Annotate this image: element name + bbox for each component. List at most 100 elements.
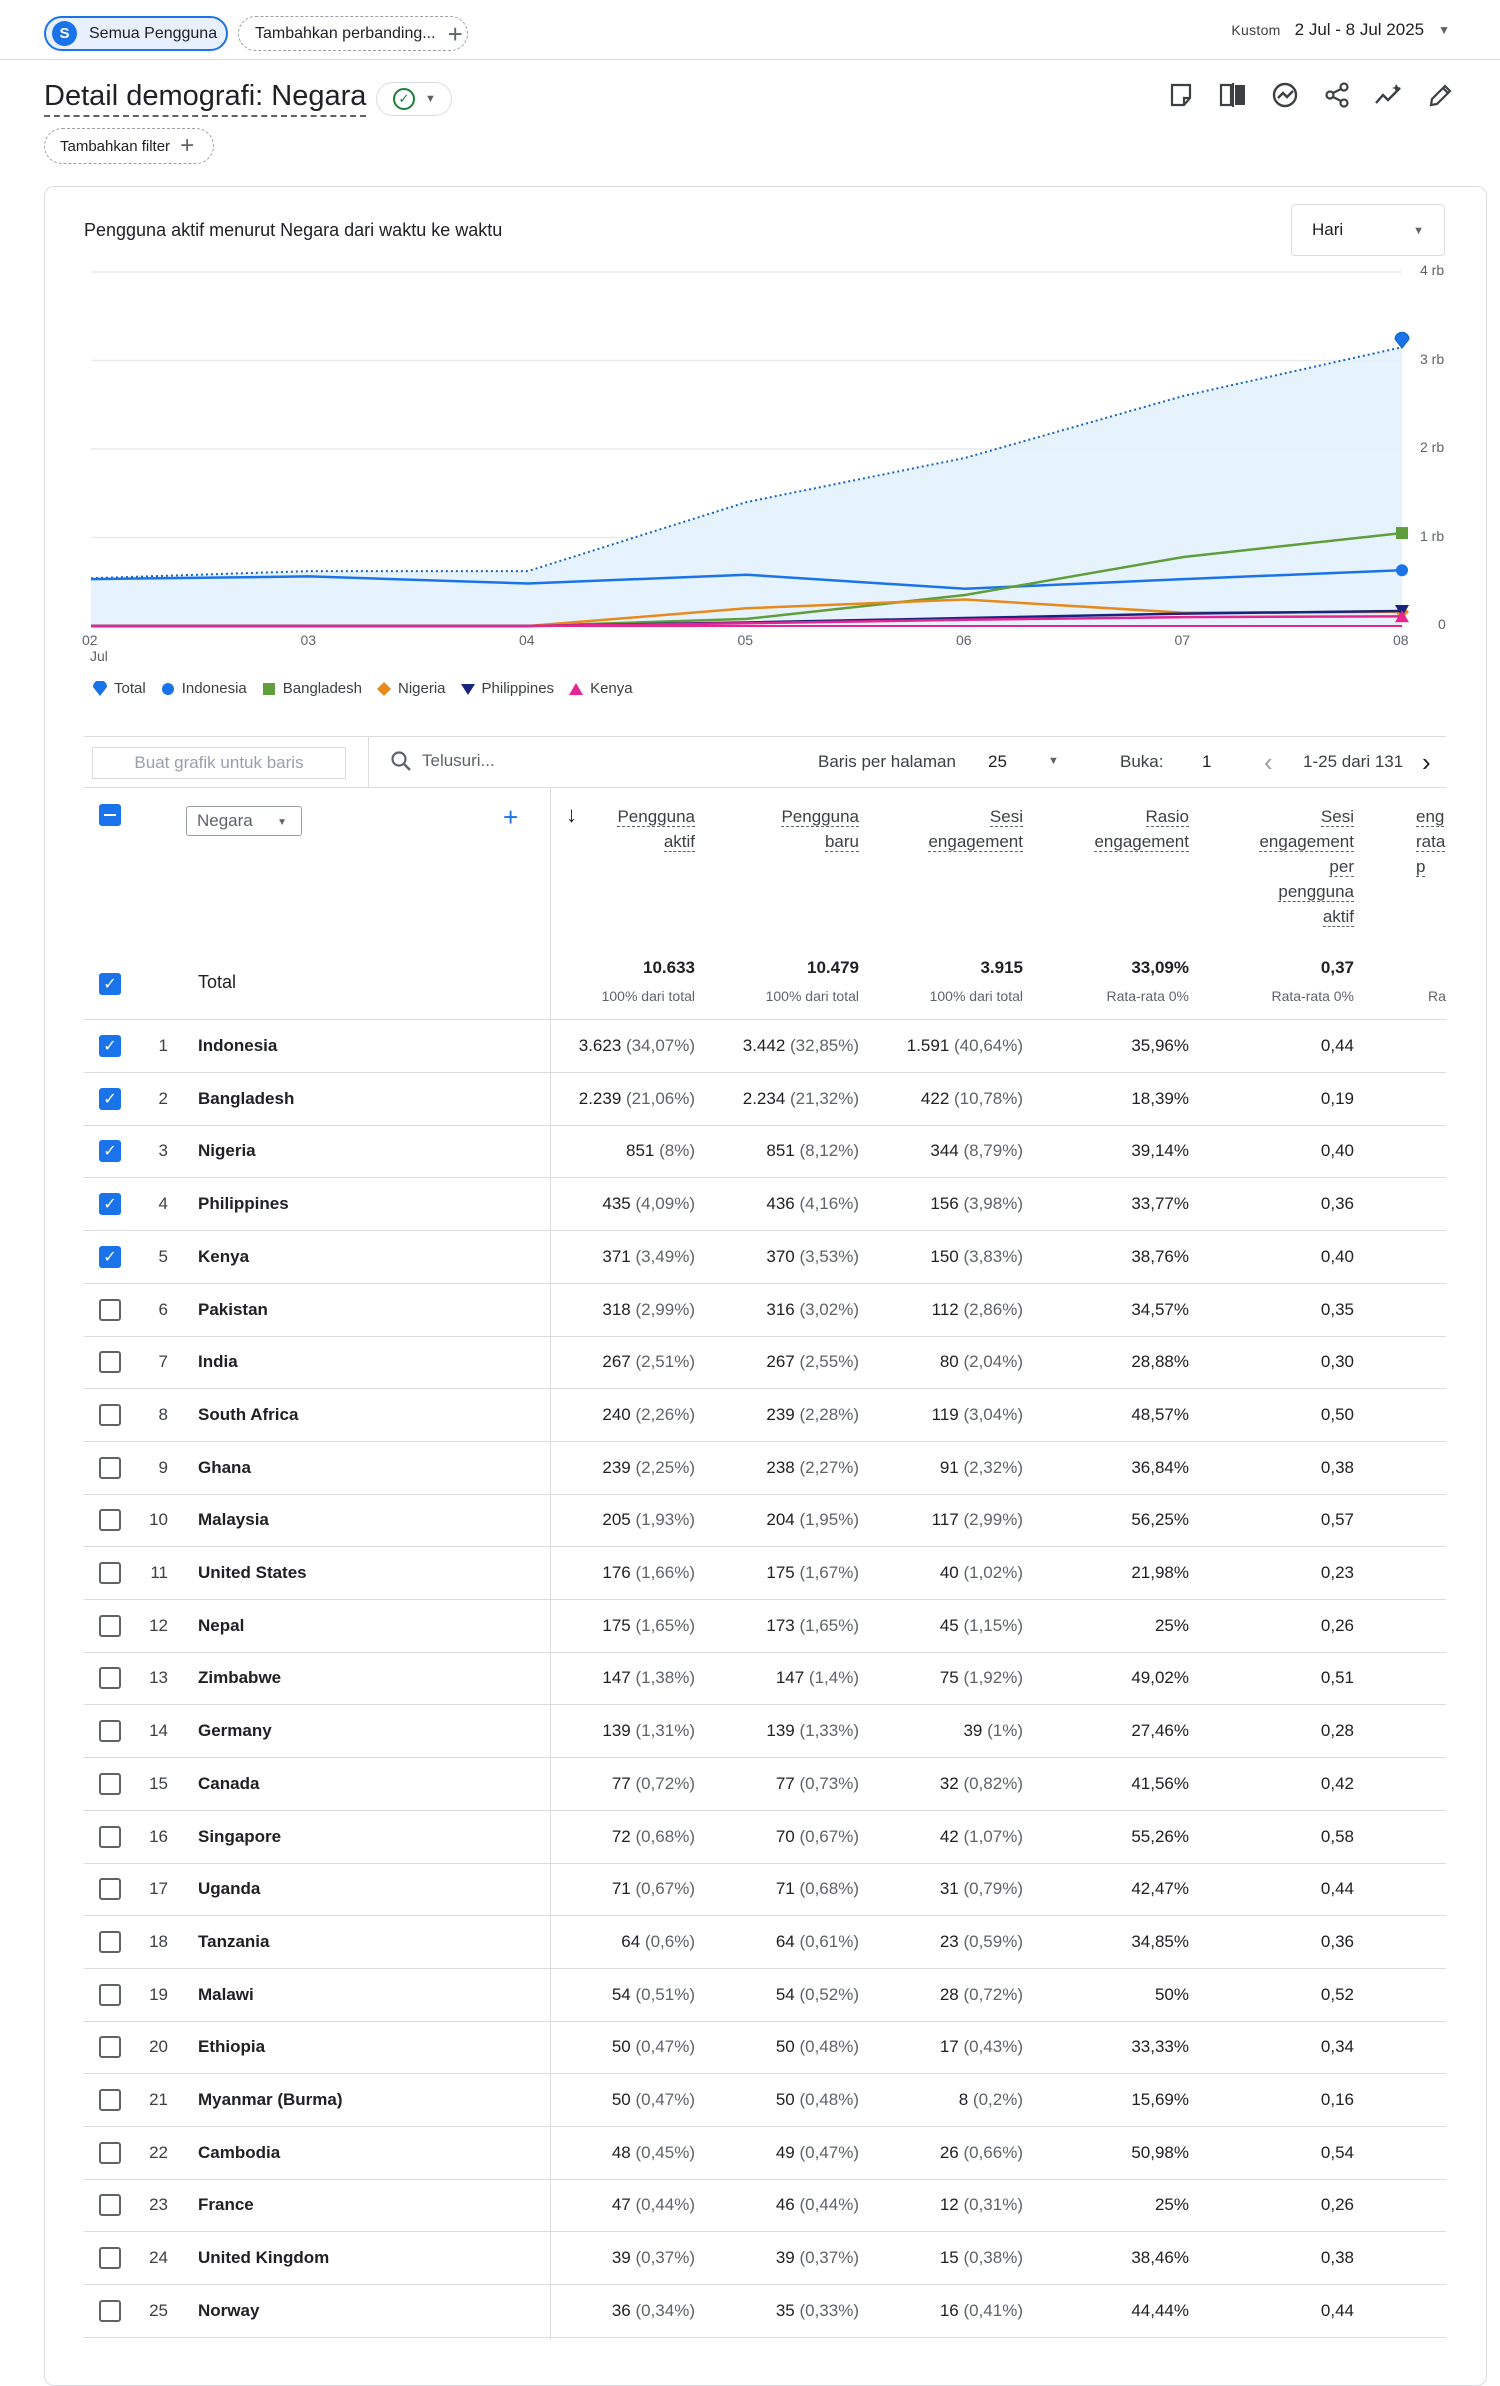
row-index: 5 [158,1246,168,1266]
table-row[interactable]: 21 Myanmar (Burma) 50 (0,47%) 50 (0,48%) 8 (… [84,2074,1446,2127]
legend-item[interactable]: Indonesia [160,680,247,697]
cell-number: 176 [602,1563,631,1582]
country-name: Ghana [198,1457,251,1477]
table-row[interactable]: ✓ 4 Philippines 435 (4,09%) 436 (4,16%) 156 (… [84,1178,1446,1232]
cell-number: 267 [602,1352,631,1372]
y-tick-label: 1 rb [1420,527,1445,544]
row-index: 18 [149,1931,168,1951]
cell-number: 3.442 [742,1036,786,1055]
column-header[interactable]: eng rata p [1416,804,1446,879]
table-row[interactable]: 15 Canada 77 (0,72%) 77 (0,73%) 32 (0,82%) 41… [84,1758,1446,1811]
plot-rows-input[interactable]: Buat grafik untuk baris [92,747,346,779]
cell-number: 26 [939,2142,959,2162]
table-row[interactable]: 13 Zimbabwe 147 (1,38%) 147 (1,4%) 75 (1,92%… [84,1652,1446,1706]
table-row[interactable]: 14 Germany 139 (1,31%) 139 (1,33%) 39 (1%) 27… [84,1705,1446,1759]
cell-value: 0,40 [1154,1141,1354,1161]
row-index: 21 [149,2090,168,2109]
cell-number: 318 [602,1299,631,1319]
search-icon [391,751,411,771]
country-name: Ethiopia [198,2037,266,2057]
table-row[interactable]: ✓ 2 Bangladesh 2.239 (21,06%) 2.234 (21,32%)… [84,1073,1446,1126]
cell-number: 12 [939,2195,959,2215]
cell-number: 0,58 [1320,1826,1354,1846]
country-name: Nigeria [198,1141,256,1161]
table-row[interactable]: ✓ 5 Kenya 371 (3,49%) 370 (3,53%) 150 (3,83%)… [84,1231,1446,1284]
row-index: 22 [149,2142,168,2162]
country-name: Nepal [198,1615,245,1635]
cell-number: 147 [602,1668,631,1688]
cell-number: 0,57 [1320,1510,1354,1530]
table-row[interactable]: 10 Malaysia 205 (1,93%) 204 (1,95%) 117 (2,9… [84,1494,1446,1548]
legend-item[interactable]: Philippines [460,680,554,697]
cell-number: 23 [939,1931,959,1951]
caret-down-icon[interactable]: ▼ [1048,755,1059,767]
column-header-label: engagement [1094,832,1189,852]
row-index: 16 [149,1826,168,1846]
dimension-select[interactable]: Negara ▼ [186,806,302,836]
cell-number: 40 [939,1563,959,1582]
total-checkbox[interactable]: ✓ [99,973,121,995]
column-header-label: engagement [928,832,1023,852]
column-header[interactable]: Rasio engagement [1029,804,1189,854]
cell-value: 0,58 [1154,1827,1354,1847]
country-name: Tanzania [198,1931,270,1951]
cell-number: 42 [939,1826,959,1846]
cell-number: 75 [939,1668,959,1688]
table-row[interactable]: 20 Ethiopia 50 (0,47%) 50 (0,48%) 17 (0,43%)… [84,2021,1446,2075]
table-row[interactable]: 7 India 267 (2,51%) 267 (2,55%) 80 (2,04%) 28… [84,1336,1446,1390]
column-header[interactable]: Pengguna baru [699,804,859,854]
country-name: Pakistan [198,1299,268,1319]
country-name: Myanmar (Burma) [198,2090,343,2109]
table-row[interactable]: 12 Nepal 175 (1,65%) 173 (1,65%) 45 (1,15%) 2… [84,1600,1446,1653]
table-row[interactable]: 23 France 47 (0,44%) 46 (0,44%) 12 (0,31%) 25… [84,2179,1446,2233]
cell-number: 156 [930,1194,959,1214]
column-header[interactable]: Pengguna aktif [535,804,695,854]
legend-item[interactable]: Nigeria [376,680,446,697]
table-toolbar: Buat grafik untuk baris Telusuri... Bari… [84,736,1446,788]
cell-number: 119 [931,1404,959,1424]
column-header-label: aktif [1322,907,1354,927]
series-point-bangladesh [1396,527,1408,540]
goto-page-input[interactable]: 1 [1202,752,1211,772]
chevron-right-icon[interactable]: › [1422,747,1431,778]
legend-item[interactable]: Kenya [568,680,633,697]
table-search[interactable]: Telusuri... [390,750,495,772]
country-name: South Africa [198,1404,299,1424]
cell-value: 0,19 [1154,1089,1354,1109]
table-row[interactable]: 16 Singapore 72 (0,68%) 70 (0,67%) 42 (1,07%… [84,1811,1446,1864]
cell-number: 0,40 [1320,1141,1354,1161]
table-row[interactable]: 22 Cambodia 48 (0,45%) 49 (0,47%) 26 (0,66%)… [84,2127,1446,2180]
select-all-checkbox[interactable] [99,804,121,826]
legend-item[interactable]: Bangladesh [261,680,362,697]
cell-value: 0,36 [1154,1194,1354,1214]
row-index: 14 [149,1721,168,1741]
cell-number: 50 [775,2090,795,2109]
row-index: 20 [149,2037,168,2057]
table-row[interactable]: ✓ 3 Nigeria 851 (8%) 851 (8,12%) 344 (8,79%) 3… [84,1125,1446,1179]
table-row[interactable]: 25 Norway 36 (0,34%) 35 (0,33%) 16 (0,41%) 44… [84,2285,1446,2338]
table-row[interactable]: 19 Malawi 54 (0,51%) 54 (0,52%) 28 (0,72%) 50… [84,1969,1446,2022]
table-row[interactable]: 17 Uganda 71 (0,67%) 71 (0,68%) 31 (0,79%) 42… [84,1863,1446,1917]
column-header[interactable]: Sesi engagement per pengguna aktif [1194,804,1354,929]
chevron-left-icon[interactable]: ‹ [1264,747,1273,778]
rows-per-page-select[interactable]: 25 [988,752,1007,772]
series-area-total [91,347,1402,626]
cell-number: 267 [766,1352,795,1372]
legend-item[interactable]: Total [92,680,146,697]
cell-number: 3.623 [578,1036,622,1055]
page-range: 1-25 dari 131 [1303,752,1404,771]
add-dimension-button[interactable]: + [503,802,518,833]
cell-number: 851 [766,1141,795,1161]
table-row[interactable]: 18 Tanzania 64 (0,6%) 64 (0,61%) 23 (0,59%) 3… [84,1916,1446,1969]
row-index: 8 [158,1404,168,1424]
table-row[interactable]: 24 United Kingdom 39 (0,37%) 39 (0,37%) 15 (… [84,2232,1446,2286]
country-name: Germany [198,1721,272,1741]
table-row[interactable]: 6 Pakistan 318 (2,99%) 316 (3,02%) 112 (2,86… [84,1284,1446,1337]
column-header[interactable]: Sesi engagement [863,804,1023,854]
row-index: 9 [158,1457,168,1477]
table-row[interactable]: 8 South Africa 240 (2,26%) 239 (2,28%) 119 (… [84,1389,1446,1442]
table-row[interactable]: 11 United States 176 (1,66%) 175 (1,67%) 40 … [84,1547,1446,1600]
table-row[interactable]: 9 Ghana 239 (2,25%) 238 (2,27%) 91 (2,32%) 36… [84,1442,1446,1495]
x-tick-label: 04 [519,632,535,648]
table-row[interactable]: ✓ 1 Indonesia 3.623 (34,07%) 3.442 (32,85%) 1… [84,1020,1446,1073]
